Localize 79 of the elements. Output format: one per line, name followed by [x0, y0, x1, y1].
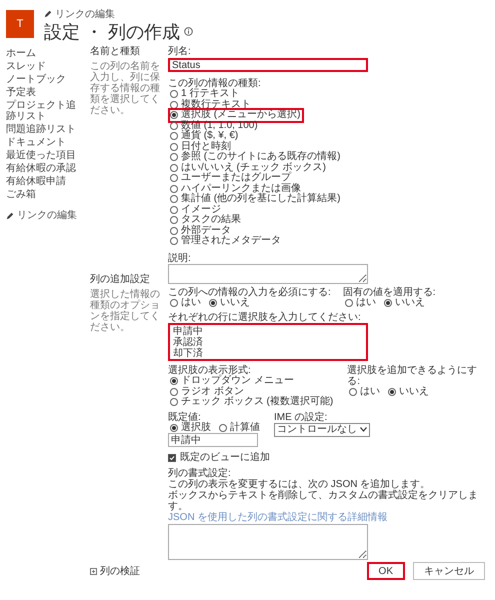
- section-description: この列の名前を入力し、列に保存する情報の種類を選択してください。: [90, 61, 161, 116]
- section-description: 選択した情報の種類のオプションを指定してください。: [90, 289, 161, 333]
- page-title: 設定 ・ 列の作成: [44, 22, 180, 42]
- radio-option[interactable]: 選択肢: [170, 422, 213, 433]
- radio-option[interactable]: ラジオ ボタン: [170, 386, 246, 397]
- field-label: 説明:: [168, 252, 192, 264]
- radio-circle[interactable]: [170, 111, 178, 120]
- nav-link[interactable]: 問題追跡リスト: [6, 124, 76, 135]
- column-validation-toggle[interactable]: 列の検証: [90, 564, 140, 578]
- description-field[interactable]: [168, 264, 368, 284]
- site-logo[interactable]: T: [6, 10, 34, 38]
- radio-option[interactable]: チェック ボックス (複数選択可能): [170, 397, 336, 408]
- field-label: 固有の値を適用する:: [342, 286, 436, 298]
- radio-circle[interactable]: [170, 377, 178, 386]
- expand-icon: [90, 568, 97, 574]
- section-title: 列の追加設定: [90, 274, 151, 286]
- radio-option[interactable]: ユーザーまたはグループ: [170, 173, 293, 184]
- nav-link[interactable]: ごみ箱: [6, 189, 36, 200]
- help-text: この列の表示を変更するには、次の JSON を追加します。: [168, 479, 432, 490]
- field-label: 列名:: [168, 46, 192, 57]
- add-to-view-checkbox[interactable]: 既定のビューに追加: [168, 452, 270, 463]
- pencil-icon: [44, 10, 52, 18]
- radio-option[interactable]: はい: [344, 298, 378, 308]
- field-label: この列への情報の入力を必須にする:: [168, 286, 331, 298]
- checkbox-square[interactable]: [168, 454, 176, 462]
- radio-option[interactable]: はい: [349, 387, 382, 398]
- nav-link[interactable]: スレッド: [6, 61, 46, 72]
- json-format-field[interactable]: [168, 524, 368, 560]
- radio-option[interactable]: いいえ: [384, 298, 427, 308]
- radio-option[interactable]: 1 行テキスト: [170, 89, 242, 100]
- ime-dropdown[interactable]: コントロールなし: [274, 422, 370, 436]
- column-name-field[interactable]: Status: [168, 58, 368, 72]
- radio-option[interactable]: イメージ: [170, 204, 223, 215]
- radio-option[interactable]: タスクの結果: [170, 215, 243, 226]
- radio-option[interactable]: 参照 (このサイトにある既存の情報): [170, 152, 342, 162]
- field-label: 既定値:: [168, 412, 201, 422]
- radio-option[interactable]: ハイパーリンクまたは画像: [170, 184, 303, 194]
- nav-link[interactable]: ノートブック: [6, 74, 66, 85]
- nav-link[interactable]: 有給休暇申請: [6, 176, 66, 187]
- radio-option[interactable]: ドロップダウン メニュー: [170, 376, 296, 386]
- section-title: 名前と種類: [90, 46, 141, 58]
- dialog-button[interactable]: キャンセル: [413, 562, 485, 580]
- field-label: IME の設定:: [274, 412, 328, 422]
- radio-circle[interactable]: [384, 298, 392, 307]
- nav-link[interactable]: 予定表: [6, 87, 36, 98]
- field-label: この列の情報の種類:: [168, 78, 262, 89]
- radio-option[interactable]: 通貨 ($, ¥, €): [170, 131, 240, 142]
- radio-option[interactable]: 数値 (1, 1.0, 100): [170, 120, 260, 131]
- nav-link[interactable]: 有給休暇の承認: [6, 163, 76, 174]
- radio-option[interactable]: 複数行テキスト: [170, 100, 253, 110]
- caret-icon: [360, 427, 367, 432]
- pencil-icon: [6, 212, 14, 220]
- nav-link[interactable]: ホーム: [6, 48, 36, 59]
- radio-option[interactable]: はい/いいえ (チェック ボックス): [170, 162, 328, 173]
- radio-option[interactable]: 外部データ: [170, 226, 233, 236]
- radio-circle[interactable]: [209, 298, 217, 307]
- field-label: それぞれの行に選択肢を入力してください:: [168, 312, 362, 323]
- dialog-button[interactable]: OK: [366, 562, 405, 580]
- nav-link[interactable]: プロジェクト追跡リスト: [6, 100, 82, 122]
- info-icon[interactable]: [184, 27, 194, 36]
- radio-option[interactable]: はい: [170, 298, 203, 308]
- default-value-field[interactable]: 申請中: [168, 433, 258, 447]
- nav-link[interactable]: 最近使った項目: [6, 150, 76, 161]
- radio-option[interactable]: いいえ: [209, 298, 252, 308]
- help-text: ボックスからテキストを削除して、カスタムの書式設定をクリアします。: [168, 490, 479, 512]
- field-label: 選択肢を追加できるようにする:: [347, 365, 478, 387]
- edit-links-link[interactable]: リンクの編集: [6, 208, 82, 223]
- edit-links-link[interactable]: リンクの編集: [44, 6, 194, 22]
- field-label: 列の書式設定:: [168, 468, 232, 479]
- radio-circle[interactable]: [170, 424, 178, 432]
- radio-option[interactable]: いいえ: [388, 387, 432, 398]
- field-label: 選択肢の表示形式:: [168, 365, 252, 376]
- radio-circle[interactable]: [388, 388, 396, 396]
- radio-option[interactable]: 計算値: [219, 422, 262, 433]
- radio-option[interactable]: 集計値 (他の列を基にした計算結果): [170, 194, 342, 204]
- nav-link[interactable]: ドキュメント: [6, 137, 66, 148]
- choices-field[interactable]: 申請中 承認済 却下済: [168, 323, 368, 361]
- radio-option[interactable]: 日付と時刻: [170, 142, 233, 152]
- radio-option[interactable]: 管理されたメタデータ: [170, 236, 283, 246]
